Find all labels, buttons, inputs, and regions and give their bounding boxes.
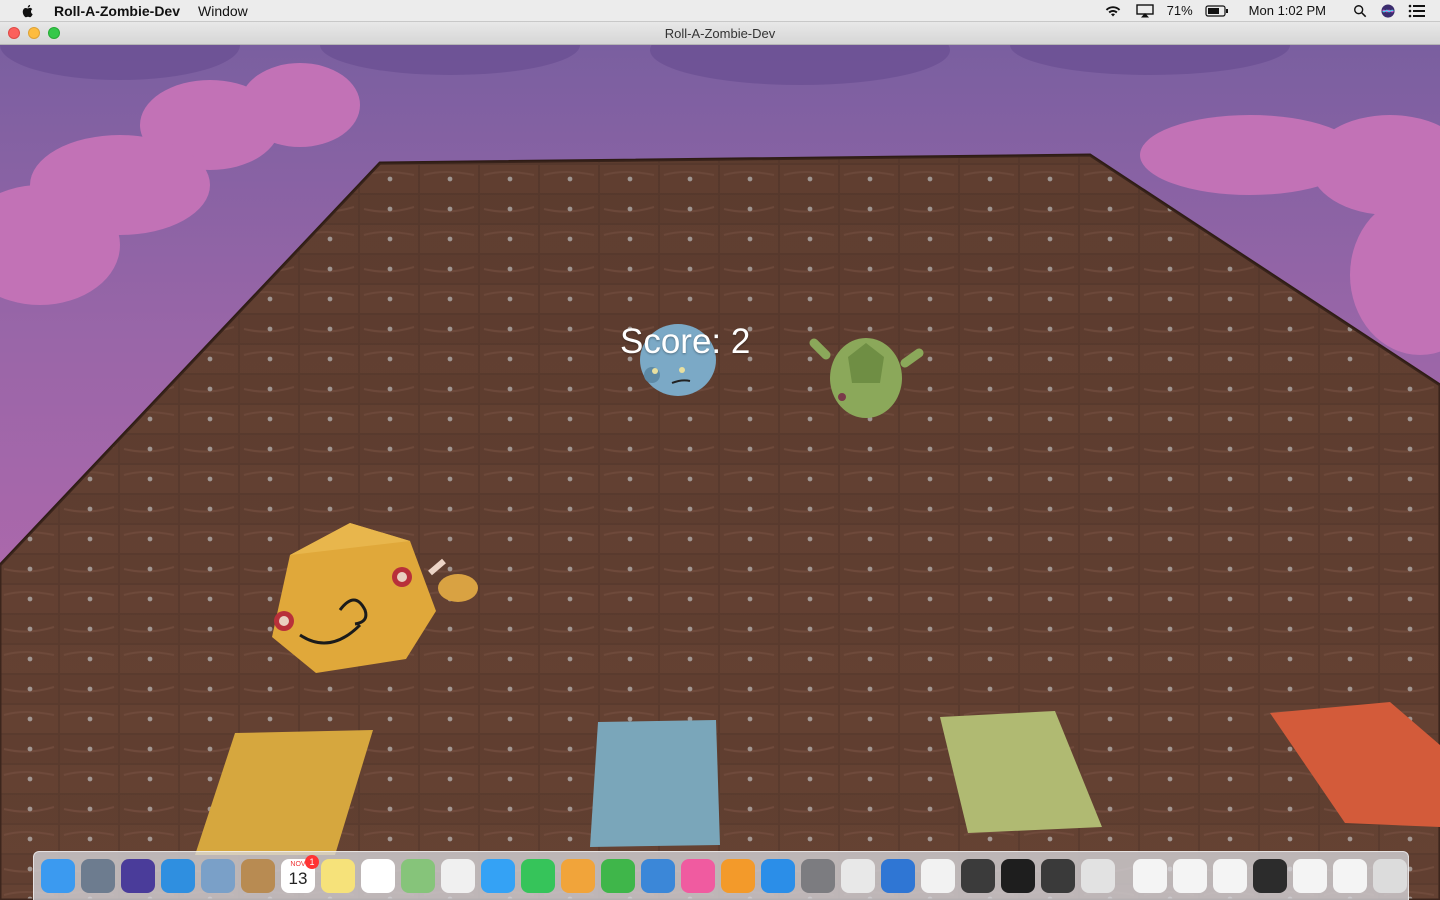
chrome-icon[interactable] — [841, 859, 875, 893]
notification-center-icon[interactable] — [1408, 4, 1426, 18]
window-titlebar[interactable]: Roll-A-Zombie-Dev — [0, 22, 1440, 45]
maps-icon[interactable] — [401, 859, 435, 893]
numbers-icon[interactable] — [601, 859, 635, 893]
system-preferences-icon[interactable] — [801, 859, 835, 893]
wifi-icon[interactable] — [1103, 4, 1123, 18]
siri-icon[interactable] — [121, 859, 155, 893]
score-label: Score: 2 — [620, 322, 751, 361]
calendar-day: 13 — [288, 869, 308, 888]
menubar-clock[interactable]: Mon 1:02 PM — [1249, 3, 1326, 18]
window-menu[interactable]: Window — [198, 3, 248, 19]
battery-icon[interactable] — [1205, 4, 1229, 18]
dock: NOV 13 1 — [33, 851, 1409, 900]
game-scene — [0, 45, 1440, 900]
photos-icon[interactable] — [441, 859, 475, 893]
game-viewport[interactable]: Score: 2 — [0, 45, 1440, 900]
battery-percent: 71% — [1166, 3, 1193, 18]
keynote-icon[interactable] — [641, 859, 675, 893]
trash-icon[interactable] — [1373, 859, 1407, 893]
messages-icon[interactable] — [481, 859, 515, 893]
menu-bar: Roll-A-Zombie-Dev Window 71% Mon 1:02 PM — [0, 0, 1440, 22]
calendar-icon[interactable]: NOV 13 1 — [281, 855, 319, 893]
sublime-text-icon[interactable] — [961, 859, 995, 893]
xcode-icon[interactable] — [881, 859, 915, 893]
unity-icon[interactable] — [1041, 859, 1075, 893]
spotlight-icon[interactable] — [1352, 4, 1368, 18]
minimized-window-2-icon[interactable] — [1173, 859, 1207, 893]
siri-icon[interactable] — [1380, 3, 1396, 18]
minimized-window-6-icon[interactable] — [1333, 859, 1367, 893]
minimized-window-1-icon[interactable] — [1133, 859, 1167, 893]
preview-icon[interactable] — [1081, 859, 1115, 893]
terminal-icon[interactable] — [1001, 859, 1035, 893]
airplay-icon[interactable] — [1135, 3, 1155, 18]
blue-goal-pad — [590, 720, 720, 847]
app-store-icon[interactable] — [761, 859, 795, 893]
pages-icon[interactable] — [561, 859, 595, 893]
safari-icon[interactable] — [161, 859, 195, 893]
apple-menu-icon[interactable] — [20, 3, 36, 19]
window-title: Roll-A-Zombie-Dev — [664, 26, 776, 41]
finder-icon[interactable] — [41, 859, 75, 893]
notes-icon[interactable] — [321, 859, 355, 893]
minimized-window-3-icon[interactable] — [1213, 859, 1247, 893]
reminders-icon[interactable] — [361, 859, 395, 893]
minimized-window-4-icon[interactable] — [1253, 859, 1287, 893]
contacts-icon[interactable] — [241, 859, 275, 893]
minimized-window-5-icon[interactable] — [1293, 859, 1327, 893]
launchpad-icon[interactable] — [81, 859, 115, 893]
facetime-icon[interactable] — [521, 859, 555, 893]
app-menu[interactable]: Roll-A-Zombie-Dev — [54, 3, 180, 19]
ibooks-icon[interactable] — [721, 859, 755, 893]
calendar-badge: 1 — [305, 855, 319, 869]
itunes-icon[interactable] — [681, 859, 715, 893]
sublime-s-icon[interactable] — [921, 859, 955, 893]
mail-preview-icon[interactable] — [201, 859, 235, 893]
